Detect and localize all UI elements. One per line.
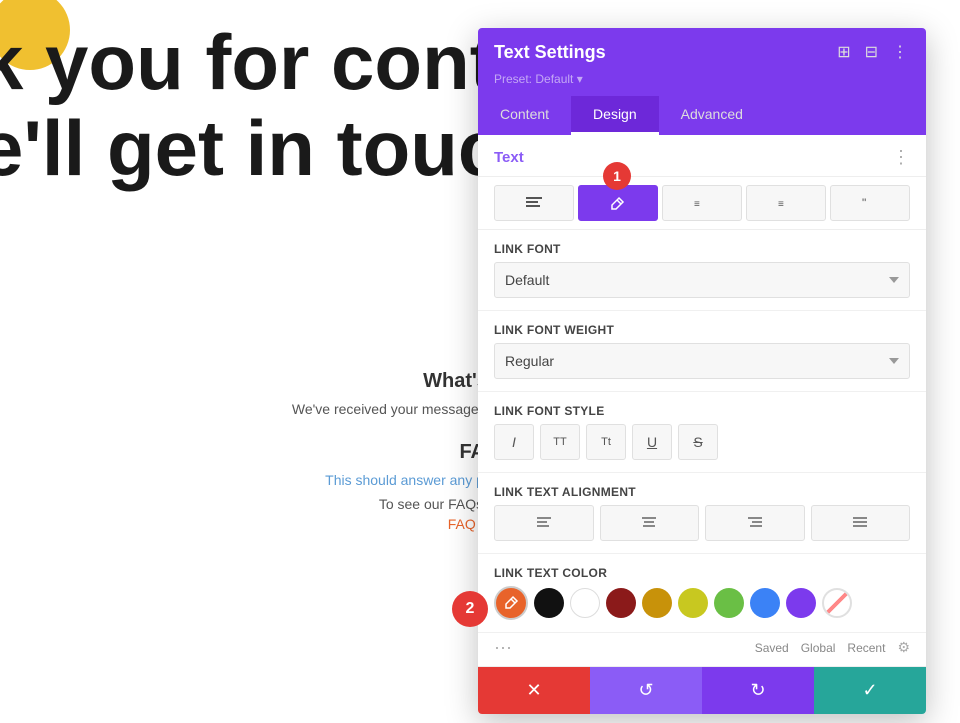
color-swatches-row [494,586,910,620]
panel-header-top: Text Settings ⊞ ⊟ ⋮ [494,40,910,64]
panel-header-icons: ⊞ ⊟ ⋮ [835,40,910,64]
panel-grid-icon[interactable]: ⊟ [863,40,880,64]
badge-1: 1 [603,162,631,190]
link-text-color-label: Link Text Color [494,566,910,580]
redo-button[interactable]: ↻ [702,667,814,714]
recent-label[interactable]: Recent [847,641,885,655]
format-tabs: ≡ ≡ " [478,177,926,230]
format-tab-link[interactable] [578,185,658,221]
svg-text:≡: ≡ [694,199,700,209]
text-section-header: Text ⋮ [478,135,926,177]
style-capitalize[interactable]: Tt [586,424,626,460]
text-section-title: Text [494,149,524,166]
panel-body: Text ⋮ ≡ ≡ " Link Font Defaul [478,135,926,666]
panel-expand-icon[interactable]: ⊞ [835,40,852,64]
swatch-dark-red[interactable] [606,588,636,618]
link-font-style-label: Link Font Style [494,404,910,418]
tab-content[interactable]: Content [478,96,571,135]
swatch-blue[interactable] [750,588,780,618]
saved-row: ··· Saved Global Recent ⚙ [478,633,926,666]
link-font-style-group: Link Font Style I TT Tt U S [478,392,926,473]
panel-title: Text Settings [494,42,606,63]
section-more-btn[interactable]: ⋮ [892,147,910,168]
swatch-black[interactable] [534,588,564,618]
panel-tabs: Content Design Advanced [478,96,926,135]
svg-text:≡: ≡ [778,199,784,209]
align-center[interactable] [600,505,700,541]
link-font-weight-label: Link Font Weight [494,323,910,337]
link-font-weight-select[interactable]: Regular Bold Light [494,343,910,379]
swatch-purple[interactable] [786,588,816,618]
link-text-alignment-label: Link Text Alignment [494,485,910,499]
style-strikethrough[interactable]: S [678,424,718,460]
link-font-select[interactable]: Default Open Sans Roboto [494,262,910,298]
cancel-button[interactable]: ✕ [478,667,590,714]
preset-selector[interactable]: Preset: Default ▾ [494,72,910,86]
style-italic[interactable]: I [494,424,534,460]
style-buttons: I TT Tt U S [494,424,910,460]
swatch-gold[interactable] [642,588,672,618]
link-font-group: Link Font Default Open Sans Roboto [478,230,926,311]
link-font-label: Link Font [494,242,910,256]
align-buttons [494,505,910,541]
align-justify[interactable] [811,505,911,541]
hero-text: k you for cont e'll get in touc [0,20,501,192]
text-settings-panel: Text Settings ⊞ ⊟ ⋮ Preset: Default ▾ Co… [478,28,926,714]
align-left[interactable] [494,505,594,541]
undo-button[interactable]: ↺ [590,667,702,714]
global-label[interactable]: Global [801,641,836,655]
format-tab-quote[interactable]: " [830,185,910,221]
panel-footer: ✕ ↺ ↻ ✓ [478,666,926,714]
link-text-color-group: Link Text Color [478,554,926,633]
save-button[interactable]: ✓ [814,667,926,714]
swatch-white[interactable] [570,588,600,618]
swatch-green[interactable] [714,588,744,618]
format-tab-ul[interactable]: ≡ [746,185,826,221]
format-tab-ol[interactable]: ≡ [662,185,742,221]
tab-design[interactable]: Design [571,96,659,135]
swatch-eraser[interactable] [822,588,852,618]
svg-text:": " [862,197,866,209]
tab-advanced[interactable]: Advanced [659,96,765,135]
saved-label[interactable]: Saved [755,641,789,655]
link-text-alignment-group: Link Text Alignment [478,473,926,554]
color-active-pen[interactable] [494,586,528,620]
style-all-caps[interactable]: TT [540,424,580,460]
align-right[interactable] [705,505,805,541]
saved-gear-icon[interactable]: ⚙ [897,639,910,656]
format-tab-text[interactable] [494,185,574,221]
swatch-yellow[interactable] [678,588,708,618]
saved-dots[interactable]: ··· [494,637,512,658]
style-underline[interactable]: U [632,424,672,460]
panel-more-icon[interactable]: ⋮ [890,40,910,64]
link-font-weight-group: Link Font Weight Regular Bold Light [478,311,926,392]
panel-header: Text Settings ⊞ ⊟ ⋮ Preset: Default ▾ [478,28,926,96]
badge-2: 2 [452,591,488,627]
